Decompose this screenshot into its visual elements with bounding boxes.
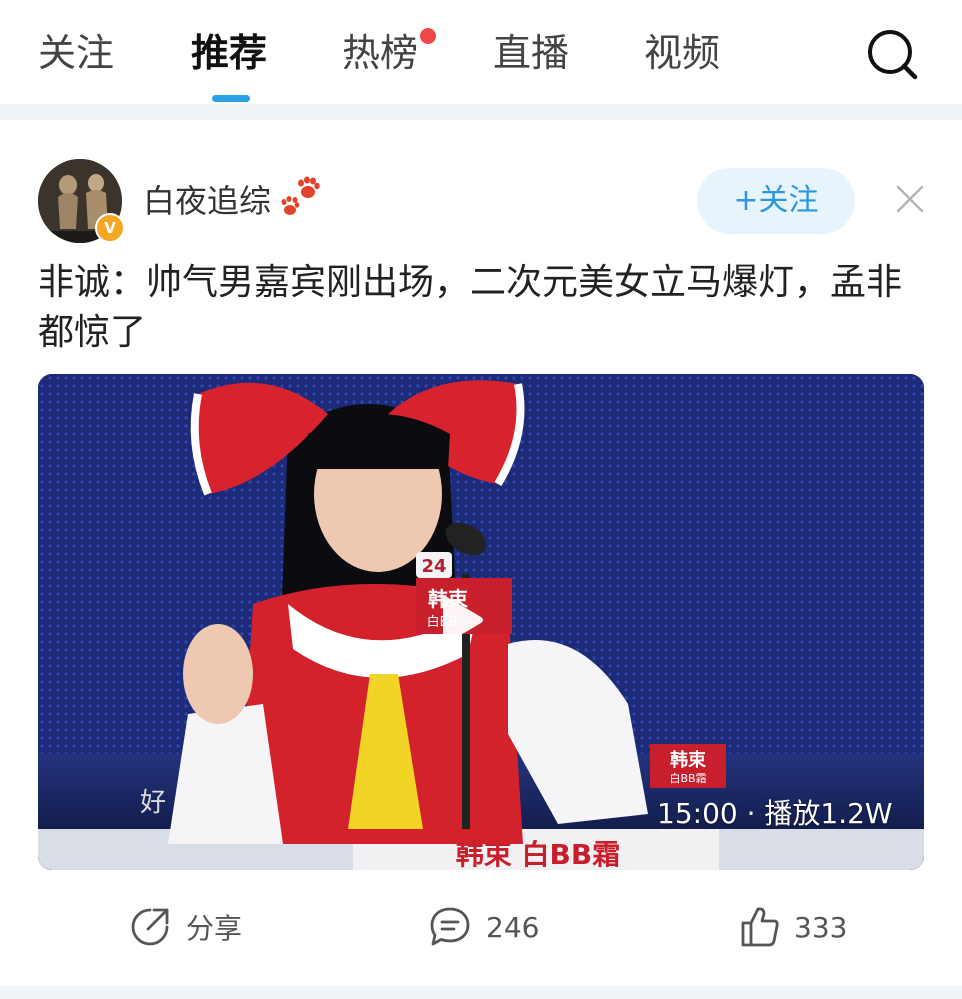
top-nav: 关注 推荐 热榜 直播 视频 <box>0 0 962 104</box>
share-button[interactable]: 分享 <box>128 905 242 949</box>
verified-badge: V <box>95 213 125 243</box>
paw-icon <box>281 176 320 215</box>
author-name[interactable]: 白夜追综 <box>143 180 271 222</box>
caption-fragment: 好 <box>140 788 166 818</box>
play-icon[interactable] <box>429 591 487 649</box>
sign-brand: 韩束 <box>670 749 707 771</box>
podium-text: 韩束 白BB霜 <box>456 838 620 870</box>
section-divider <box>0 104 962 120</box>
thumbs-up-icon <box>741 907 779 947</box>
tab-live[interactable]: 直播 <box>493 28 569 78</box>
tab-hot[interactable]: 热榜 <box>342 28 418 78</box>
like-button[interactable]: 333 <box>740 905 847 949</box>
video-meta: 15:00 · 播放1.2W <box>657 797 893 830</box>
section-divider-bottom <box>0 986 962 999</box>
mic-number: 24 <box>421 556 446 577</box>
share-icon <box>131 908 169 946</box>
comment-button[interactable]: 246 <box>428 905 539 949</box>
tab-follow[interactable]: 关注 <box>38 28 114 78</box>
sign-sub: 白BB霜 <box>669 771 706 785</box>
search-icon[interactable] <box>866 28 918 80</box>
share-label: 分享 <box>186 912 243 945</box>
post-title[interactable]: 非诚：帅气男嘉宾刚出场，二次元美女立马爆灯，孟非都惊了 <box>38 258 928 358</box>
like-count: 333 <box>794 910 848 944</box>
active-tab-indicator <box>212 95 250 102</box>
follow-button[interactable]: +关注 <box>697 168 855 234</box>
close-icon[interactable] <box>893 182 927 216</box>
comment-count: 246 <box>486 910 540 944</box>
tab-video[interactable]: 视频 <box>644 28 720 78</box>
comment-icon <box>430 907 470 946</box>
hot-notification-dot <box>420 28 436 44</box>
tab-recommend[interactable]: 推荐 <box>191 28 267 78</box>
